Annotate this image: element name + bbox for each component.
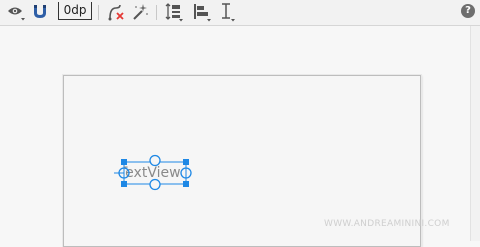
infer-constraints-button[interactable] — [131, 2, 149, 22]
constraint-anchors — [118, 154, 192, 191]
clear-constraints-button[interactable] — [106, 2, 126, 22]
bottom-anchor[interactable] — [149, 178, 161, 191]
right-panel-edge — [470, 26, 480, 241]
left-anchor[interactable] — [118, 167, 130, 179]
toolbar-divider — [156, 5, 157, 20]
magnet-icon — [34, 5, 46, 18]
help-icon[interactable]: ? — [461, 4, 475, 18]
magic-wand-icon — [133, 4, 148, 20]
top-anchor[interactable] — [149, 154, 161, 167]
autoconnect-button[interactable] — [31, 2, 49, 22]
watermark: WWW.ANDREAMININI.COM — [324, 219, 450, 229]
pack-icon — [165, 3, 183, 22]
guidelines-icon — [222, 3, 235, 22]
clear-constraints-icon — [108, 4, 124, 21]
view-options-button[interactable] — [6, 2, 26, 22]
right-anchor[interactable] — [180, 167, 192, 179]
toolbar-divider — [98, 5, 99, 20]
guidelines-button[interactable] — [219, 2, 239, 22]
default-margin-field[interactable]: 0dp — [58, 2, 92, 20]
align-button[interactable] — [192, 2, 212, 22]
default-margin-value: 0dp — [63, 3, 87, 17]
layout-editor-toolbar: 0dp ? — [0, 0, 480, 26]
eye-icon — [8, 7, 25, 21]
pack-button[interactable] — [164, 2, 184, 22]
align-icon — [194, 4, 211, 22]
